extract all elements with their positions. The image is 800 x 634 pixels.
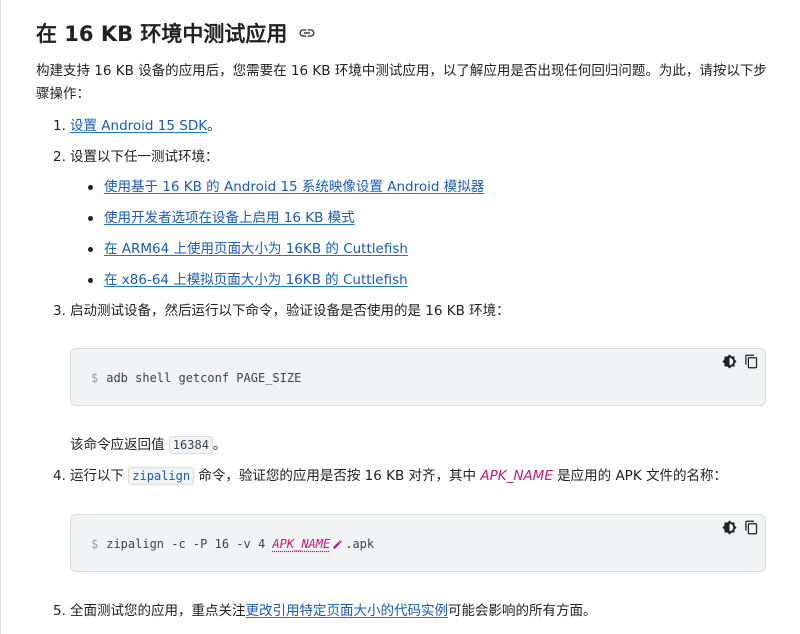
list-item: 在 ARM64 上使用页面大小为 16KB 的 Cuttlefish bbox=[88, 239, 408, 259]
code-toolbar bbox=[721, 353, 759, 369]
page: 在 16 KB 环境中测试应用 构建支持 16 KB 设备的应用后，您需要在 1… bbox=[0, 0, 800, 634]
apk-name-placeholder[interactable]: APK_NAME bbox=[272, 537, 330, 551]
section-heading: 在 16 KB 环境中测试应用 bbox=[36, 18, 317, 48]
cuttlefish-x86-link[interactable]: 在 x86-64 上模拟页面大小为 16KB 的 Cuttlefish bbox=[104, 272, 408, 288]
dark-mode-icon[interactable] bbox=[721, 353, 737, 369]
dark-mode-icon[interactable] bbox=[721, 519, 737, 535]
step-3: 3. 启动测试设备，然后运行以下命令，验证设备是否使用的是 16 KB 环境： bbox=[53, 301, 510, 321]
zipalign-code: zipalign bbox=[128, 467, 195, 485]
copy-icon[interactable] bbox=[743, 519, 759, 535]
code-toolbar bbox=[721, 519, 759, 535]
step-number: 5. bbox=[53, 603, 66, 619]
bullet-dot bbox=[88, 216, 93, 221]
code-text: $ adb shell getconf PAGE_SIZE bbox=[91, 371, 301, 385]
result-text: 该命令应返回值 16384。 bbox=[70, 435, 226, 455]
cuttlefish-arm64-link[interactable]: 在 ARM64 上使用页面大小为 16KB 的 Cuttlefish bbox=[104, 241, 408, 257]
step-text-a: 全面测试您的应用，重点关注 bbox=[70, 603, 246, 619]
result-prefix: 该命令应返回值 bbox=[70, 437, 165, 453]
bullet-dot bbox=[88, 185, 93, 190]
step-text-b: 命令，验证您的应用是否按 16 KB 对齐，其中 bbox=[198, 468, 477, 484]
bullet-dot bbox=[88, 247, 93, 252]
step-text-a: 运行以下 bbox=[70, 468, 124, 484]
step-text: 设置以下任一测试环境： bbox=[70, 149, 219, 165]
step-text: 启动测试设备，然后运行以下命令，验证设备是否使用的是 16 KB 环境： bbox=[70, 303, 510, 319]
step-4: 4. 运行以下 zipalign 命令，验证您的应用是否按 16 KB 对齐，其中… bbox=[53, 466, 727, 486]
setup-sdk-link[interactable]: 设置 Android 15 SDK bbox=[70, 118, 207, 134]
apk-name-var: APK_NAME bbox=[480, 468, 553, 484]
bullet-dot bbox=[88, 278, 93, 283]
list-item: 使用基于 16 KB 的 Android 15 系统映像设置 Android 模… bbox=[88, 177, 484, 197]
step-5: 5. 全面测试您的应用，重点关注更改引用特定页面大小的代码实例可能会影响的所有方面… bbox=[53, 601, 597, 621]
developer-options-link[interactable]: 使用开发者选项在设备上启用 16 KB 模式 bbox=[104, 210, 355, 226]
step-number: 2. bbox=[53, 149, 66, 165]
list-item: 在 x86-64 上模拟页面大小为 16KB 的 Cuttlefish bbox=[88, 270, 408, 290]
step-1: 1. 设置 Android 15 SDK。 bbox=[53, 116, 221, 136]
code-text: $ zipalign -c -P 16 -v 4 APK_NAME .apk bbox=[91, 537, 374, 553]
step-text-b: 可能会影响的所有方面。 bbox=[448, 603, 597, 619]
link-icon[interactable] bbox=[297, 23, 317, 43]
page-size-code-link[interactable]: 更改引用特定页面大小的代码实例 bbox=[246, 603, 449, 619]
code-command: adb shell getconf PAGE_SIZE bbox=[106, 371, 302, 385]
step-number: 4. bbox=[53, 468, 66, 484]
list-item: 使用开发者选项在设备上启用 16 KB 模式 bbox=[88, 208, 355, 228]
code-suffix: .apk bbox=[345, 537, 375, 551]
section-title: 在 16 KB 环境中测试应用 bbox=[36, 22, 288, 46]
step-text-c: 是应用的 APK 文件的名称： bbox=[557, 468, 727, 484]
step-suffix: 。 bbox=[207, 118, 221, 134]
step-number: 3. bbox=[53, 303, 66, 319]
result-value: 16384 bbox=[168, 436, 213, 454]
copy-icon[interactable] bbox=[743, 353, 759, 369]
result-suffix: 。 bbox=[212, 437, 227, 453]
code-prompt: $ bbox=[91, 537, 99, 551]
step-number: 1. bbox=[53, 118, 66, 134]
intro-paragraph: 构建支持 16 KB 设备的应用后，您需要在 16 KB 环境中测试应用，以了解… bbox=[36, 63, 767, 102]
code-block: $ zipalign -c -P 16 -v 4 APK_NAME .apk bbox=[70, 514, 766, 572]
pencil-icon[interactable] bbox=[332, 539, 343, 553]
emulator-link[interactable]: 使用基于 16 KB 的 Android 15 系统映像设置 Android 模… bbox=[104, 179, 484, 195]
step-2: 2. 设置以下任一测试环境： bbox=[53, 147, 219, 167]
code-block: $ adb shell getconf PAGE_SIZE bbox=[70, 348, 766, 406]
code-command: zipalign -c -P 16 -v 4 bbox=[106, 537, 266, 551]
code-prompt: $ bbox=[91, 371, 99, 385]
left-border bbox=[0, 0, 1, 634]
